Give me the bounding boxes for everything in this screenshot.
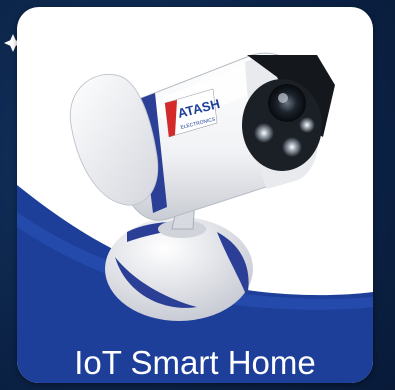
security-camera-icon: ATASH ELECTRONICS	[17, 52, 373, 383]
app-icon-card[interactable]: ATASH ELECTRONICS IoT Smart Home	[17, 7, 373, 383]
app-title: IoT Smart Home	[74, 344, 316, 381]
